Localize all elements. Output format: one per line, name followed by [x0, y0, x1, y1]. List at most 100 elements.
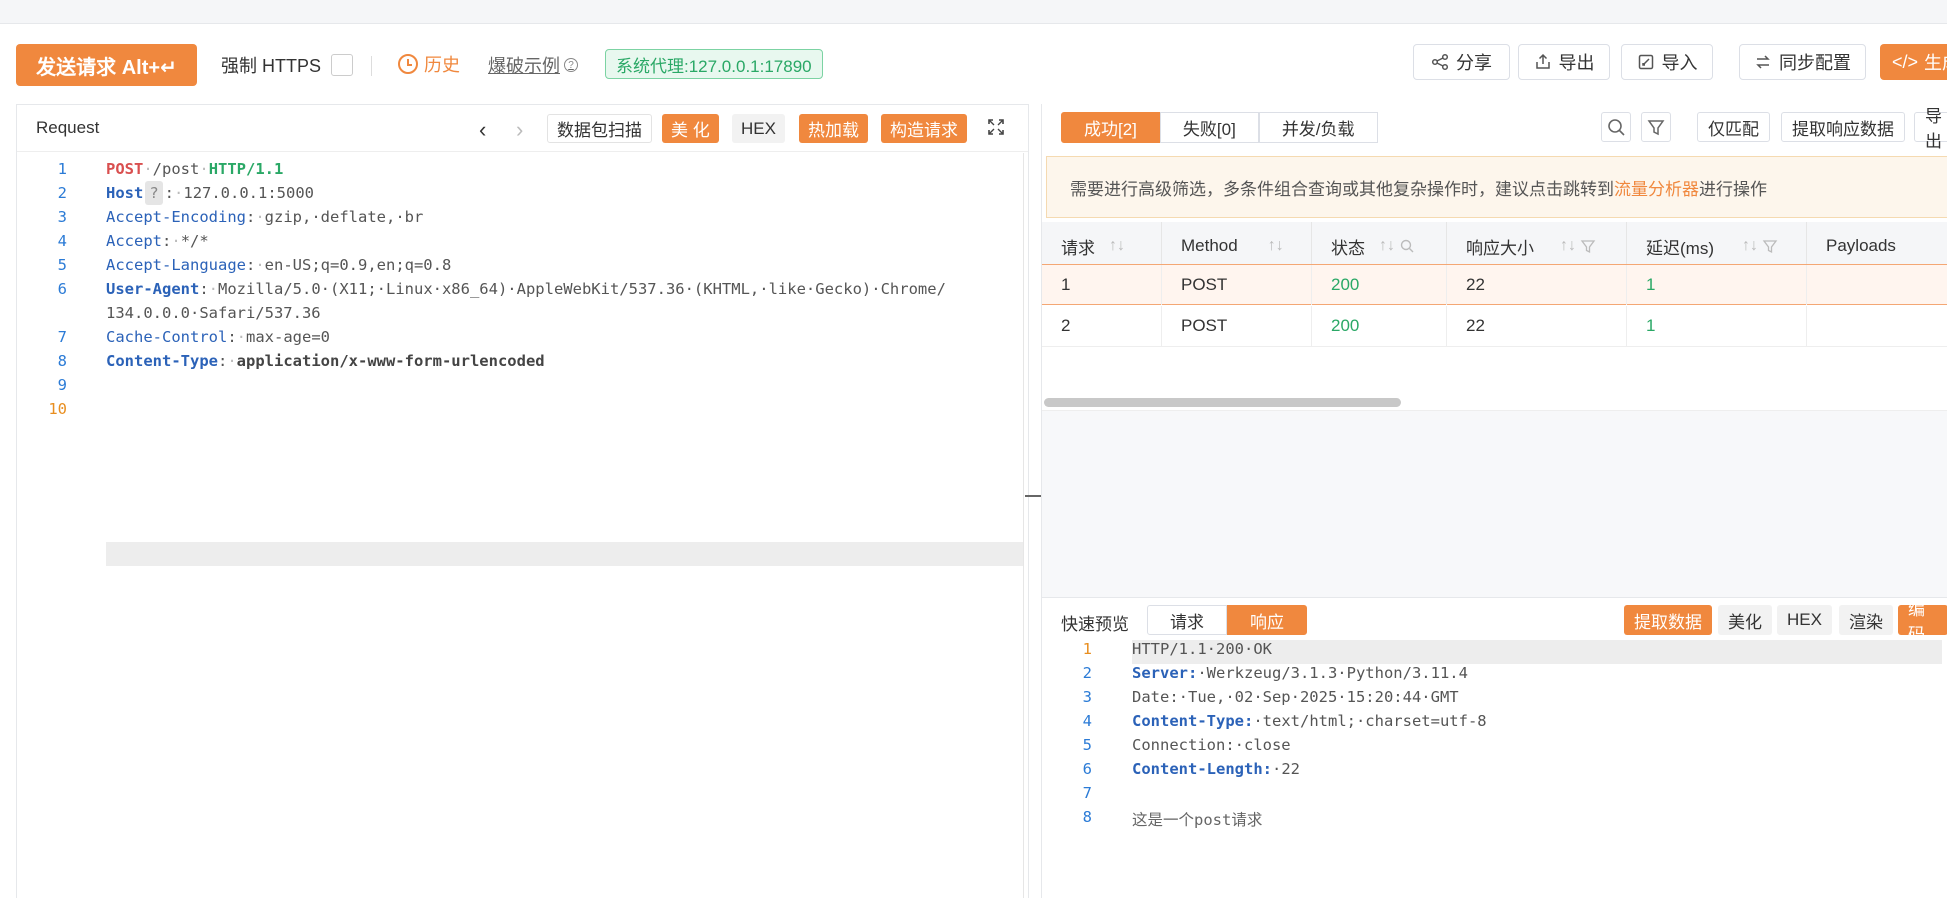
chevron-right-icon[interactable]: ›	[516, 117, 523, 143]
notice-suffix: 进行操作	[1699, 179, 1767, 199]
chevron-left-icon[interactable]: ‹	[479, 117, 486, 143]
header-value: ·Werkzeug/3.1.3·Python/3.11.4	[1197, 664, 1468, 682]
preview-hex-button[interactable]: HEX	[1777, 605, 1832, 635]
header-key: Content-Type	[106, 352, 218, 370]
line-number: 5	[1082, 736, 1092, 754]
tab-preview-request[interactable]: 请求	[1147, 605, 1227, 635]
table-row[interactable]: 2 POST 200 22 1	[1042, 306, 1947, 347]
header-key: Server:	[1132, 664, 1198, 682]
header-key: Accept-Encoding	[106, 208, 246, 226]
cell-size: 22	[1447, 306, 1627, 346]
filter-icon[interactable]	[1762, 238, 1778, 254]
tab-preview-response[interactable]: 响应	[1227, 605, 1307, 635]
build-request-button[interactable]: 构造请求	[881, 114, 967, 143]
render-button[interactable]: 渲染	[1839, 605, 1893, 635]
host-hint-badge[interactable]: ?	[145, 181, 163, 205]
search-icon	[1608, 119, 1625, 136]
extract-response-button[interactable]: 提取响应数据	[1781, 112, 1905, 142]
header-key: Cache-Control	[106, 328, 228, 346]
col-label: 请求	[1061, 238, 1095, 258]
code-line-2: Host?:·127.0.0.1:5000	[106, 181, 1016, 205]
header-value: ·text/html;·charset=utf-8	[1253, 712, 1487, 730]
header-value: application/x-www-form-urlencoded	[236, 352, 545, 370]
proxy-badge[interactable]: 系统代理:127.0.0.1:17890	[605, 49, 823, 79]
quick-preview-bar: 快速预览 请求 响应 提取数据 美化 HEX 渲染 编码	[1042, 597, 1947, 644]
sort-icon[interactable]: ↑↓	[1379, 237, 1395, 255]
export-button[interactable]: 导出	[1518, 44, 1610, 80]
force-https-checkbox[interactable]	[331, 54, 354, 76]
header-value-wrap: 134.0.0.0·Safari/537.36	[106, 304, 321, 322]
sync-config-button[interactable]: 同步配置	[1739, 44, 1866, 80]
col-payloads[interactable]: Payloads	[1807, 222, 1947, 270]
extract-data-button[interactable]: 提取数据	[1624, 605, 1712, 635]
line-number: 4	[57, 232, 67, 250]
beautify-button[interactable]: 美 化	[662, 114, 719, 143]
header-value: gzip,·deflate,·br	[264, 208, 424, 226]
cell-payloads	[1807, 265, 1947, 305]
sort-icon[interactable]: ↑↓	[1109, 237, 1125, 255]
header-value: 127.0.0.1:5000	[183, 184, 315, 202]
cell-size: 22	[1447, 265, 1627, 305]
col-delay[interactable]: 延迟(ms) ↑↓	[1627, 222, 1807, 270]
line-number: 9	[57, 376, 67, 394]
main-toolbar: 发送请求 Alt+↵ 强制 HTTPS 历史 爆破示例 ? 系统代理:127.0…	[0, 24, 1947, 104]
hotload-button[interactable]: 热加载	[799, 114, 868, 143]
history-button[interactable]: 历史	[398, 51, 460, 77]
line-number: 7	[57, 328, 67, 346]
tab-success[interactable]: 成功[2]	[1061, 112, 1160, 143]
response-viewer[interactable]: 1 2 3 4 5 6 7 8 HTTP/1.1·200·OK Server:·…	[1042, 640, 1947, 898]
col-size[interactable]: 响应大小 ↑↓	[1447, 222, 1627, 270]
col-status[interactable]: 状态 ↑↓	[1312, 222, 1447, 270]
send-request-button[interactable]: 发送请求 Alt+↵	[16, 44, 197, 86]
packet-scan-button[interactable]: 数据包扫描	[547, 114, 652, 143]
traffic-analyzer-link[interactable]: 流量分析器	[1614, 175, 1699, 200]
fullscreen-icon[interactable]	[987, 118, 1005, 136]
share-icon	[1431, 53, 1449, 71]
request-panel: Request ‹ › 数据包扫描 美 化 HEX 热加载 构造请求 1 2 3…	[16, 104, 1045, 898]
match-only-button[interactable]: 仅匹配	[1697, 112, 1770, 142]
resp-line-1: HTTP/1.1·200·OK	[1132, 640, 1272, 658]
tab-fail[interactable]: 失败[0]	[1159, 112, 1259, 143]
hex-button[interactable]: HEX	[732, 114, 785, 143]
line-number: 8	[57, 352, 67, 370]
header-key: User-Agent	[106, 280, 200, 298]
request-editor[interactable]: 1 2 3 4 5 6 7 8 9 10 POST·/post·HTTP/1.1…	[17, 153, 1045, 898]
header-key: Accept-Language	[106, 256, 246, 274]
filter-button[interactable]	[1641, 112, 1671, 142]
sort-icon[interactable]: ↑↓	[1268, 237, 1284, 255]
col-label: 状态	[1331, 238, 1365, 258]
generate-code-button[interactable]: </> 生成	[1880, 44, 1947, 80]
editor-scrollbar[interactable]	[1023, 153, 1024, 898]
preview-beautify-button[interactable]: 美化	[1718, 605, 1772, 635]
tab-concurrency[interactable]: 并发/负载	[1258, 112, 1378, 143]
request-header: Request ‹ › 数据包扫描 美 化 HEX 热加载 构造请求	[17, 105, 1028, 152]
col-label: 延迟(ms)	[1646, 238, 1714, 258]
search-button[interactable]	[1601, 112, 1631, 142]
sort-icon[interactable]: ↑↓	[1742, 237, 1758, 255]
export-results-button[interactable]: 导出	[1914, 107, 1947, 151]
table-empty-area	[1042, 410, 1947, 597]
filter-icon[interactable]	[1580, 238, 1596, 254]
cell-delay: 1	[1627, 306, 1807, 346]
examples-link[interactable]: 爆破示例 ?	[488, 52, 578, 78]
col-request[interactable]: 请求 ↑↓	[1042, 222, 1162, 270]
col-method[interactable]: Method ↑↓	[1162, 222, 1312, 270]
encode-button[interactable]: 编码	[1898, 600, 1947, 644]
results-panel: 成功[2] 失败[0] 并发/负载 仅匹配 提取响应数据 导出 需要进行高级筛选…	[1041, 104, 1947, 898]
search-icon[interactable]	[1399, 238, 1415, 254]
sort-icon[interactable]: ↑↓	[1560, 237, 1576, 255]
force-https-toggle[interactable]: 强制 HTTPS	[221, 52, 354, 78]
table-horizontal-scrollbar[interactable]	[1044, 398, 1401, 407]
cell-method: POST	[1162, 306, 1312, 346]
sync-label: 同步配置	[1779, 53, 1851, 73]
clock-icon	[398, 54, 418, 74]
table-row[interactable]: 1 POST 200 22 1	[1042, 264, 1947, 305]
code-line-3: Accept-Encoding:·gzip,·deflate,·br	[106, 208, 424, 226]
import-button[interactable]: 导入	[1621, 44, 1713, 80]
line-number: 8	[1082, 808, 1092, 826]
header-value: Mozilla/5.0·(X11;·Linux·x86_64)·AppleWeb…	[218, 280, 946, 298]
col-label: 响应大小	[1466, 238, 1534, 258]
share-button[interactable]: 分享	[1413, 44, 1510, 80]
import-label: 导入	[1661, 53, 1698, 73]
request-path: /post	[152, 160, 200, 178]
